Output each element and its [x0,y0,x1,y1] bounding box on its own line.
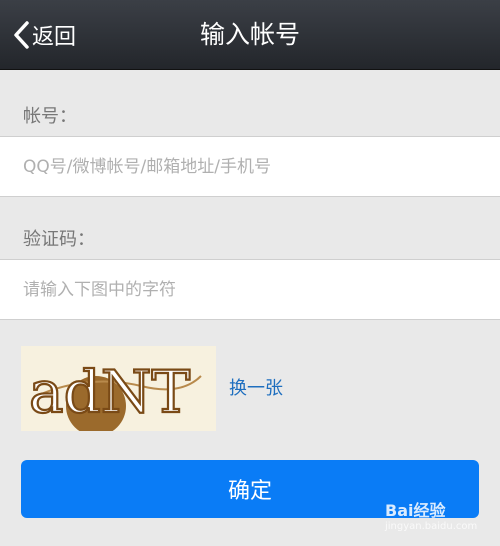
captcha-field-row [0,259,500,320]
watermark-url: jingyan.baidu.com [385,521,478,532]
captcha-text: adNT [29,358,190,426]
account-input[interactable] [23,137,483,196]
captcha-label: 验证码： [23,229,95,250]
captcha-input[interactable] [23,260,483,319]
navigation-bar: 返回 输入帐号 [0,0,500,70]
refresh-captcha-link[interactable]: 换一张 [229,374,283,400]
account-field-row [0,136,500,197]
watermark-logo: Bai经验 [385,501,446,520]
captcha-image: adNT [21,346,216,436]
page-title: 输入帐号 [199,20,300,49]
account-label: 帐号： [23,106,77,127]
